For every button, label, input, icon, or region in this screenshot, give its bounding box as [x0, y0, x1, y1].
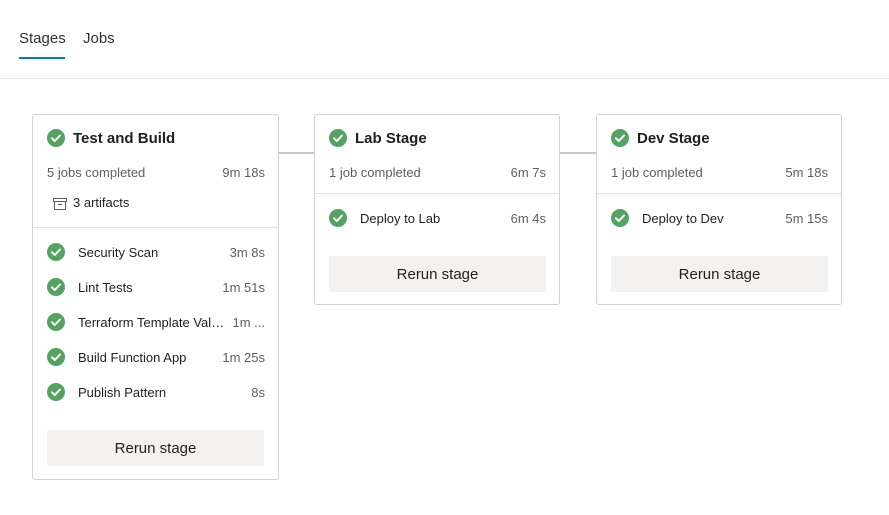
active-tab-indicator — [19, 57, 65, 59]
stage-duration: 6m 7s — [510, 165, 546, 180]
job-name: Publish Pattern — [78, 385, 167, 400]
job-duration: 1m 25s — [222, 350, 265, 365]
stage-title: Lab Stage — [355, 130, 427, 147]
check-circle-icon — [47, 383, 65, 401]
job-name: Terraform Template Validation — [78, 315, 226, 330]
rerun-stage-button[interactable]: Rerun stage — [329, 256, 546, 292]
stage-title: Dev Stage — [637, 130, 710, 147]
stage-duration: 9m 18s — [222, 165, 265, 180]
tab-stages[interactable]: Stages — [19, 30, 66, 47]
check-circle-icon — [47, 278, 65, 296]
check-circle-icon — [611, 129, 629, 147]
stage-duration: 5m 18s — [785, 165, 828, 180]
rerun-stage-button[interactable]: Rerun stage — [47, 430, 264, 466]
stage-card-dev-stage[interactable]: Dev Stage 1 job completed 5m 18s Deploy … — [596, 114, 842, 305]
check-circle-icon — [47, 243, 65, 261]
stage-card-lab-stage[interactable]: Lab Stage 1 job completed 6m 7s Deploy t… — [314, 114, 560, 305]
tab-bar: Stages Jobs — [0, 0, 889, 79]
job-name: Security Scan — [78, 245, 159, 260]
stage-card-test-and-build[interactable]: Test and Build 5 jobs completed 9m 18s 3… — [32, 114, 279, 480]
divider — [597, 193, 841, 194]
stage-connector — [560, 152, 596, 154]
check-circle-icon — [329, 129, 347, 147]
tab-jobs[interactable]: Jobs — [83, 30, 115, 47]
job-duration: 1m 51s — [222, 280, 265, 295]
check-circle-icon — [47, 313, 65, 331]
artifact-icon — [53, 197, 67, 210]
job-duration: 8s — [251, 385, 265, 400]
check-circle-icon — [47, 129, 65, 147]
jobs-completed: 5 jobs completed — [47, 165, 146, 180]
job-duration: 5m 15s — [785, 211, 828, 226]
rerun-stage-button[interactable]: Rerun stage — [611, 256, 828, 292]
check-circle-icon — [47, 348, 65, 366]
stage-title: Test and Build — [73, 130, 176, 147]
artifacts-link[interactable]: 3 artifacts — [73, 195, 129, 210]
jobs-completed: 1 job completed — [611, 165, 703, 180]
job-name: Lint Tests — [78, 280, 133, 295]
check-circle-icon — [611, 209, 629, 227]
divider — [33, 227, 278, 228]
jobs-completed: 1 job completed — [329, 165, 421, 180]
job-duration: 3m 8s — [229, 245, 265, 260]
job-name: Deploy to Dev — [642, 211, 724, 226]
job-duration: 1m ... — [232, 315, 265, 330]
check-circle-icon — [329, 209, 347, 227]
job-duration: 6m 4s — [510, 211, 546, 226]
stage-connector — [279, 152, 314, 154]
job-name: Deploy to Lab — [360, 211, 441, 226]
divider — [315, 193, 559, 194]
job-name: Build Function App — [78, 350, 187, 365]
